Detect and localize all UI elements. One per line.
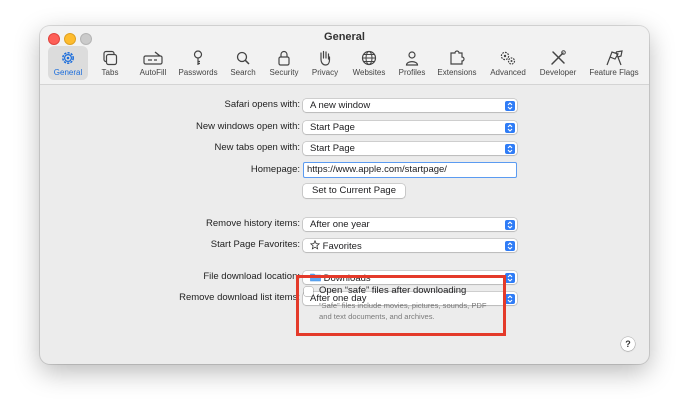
tab-label: Privacy bbox=[311, 68, 339, 77]
help-button[interactable]: ? bbox=[621, 337, 635, 351]
search-icon bbox=[236, 51, 250, 65]
remove-history-popup[interactable]: After one year bbox=[303, 218, 517, 231]
preferences-window: General General Tabs AutoFill Passwords … bbox=[40, 26, 649, 364]
popup-value: Favorites bbox=[322, 240, 362, 252]
start-page-favorites-popup[interactable]: Favorites bbox=[303, 239, 517, 252]
hand-icon bbox=[320, 50, 331, 66]
tab-passwords[interactable]: Passwords bbox=[176, 46, 220, 80]
safari-opens-with-label: Safari opens with: bbox=[224, 99, 300, 110]
gear-icon bbox=[62, 52, 74, 64]
tab-developer[interactable]: Developer bbox=[536, 46, 580, 80]
popup-value-wrap: Favorites bbox=[309, 239, 362, 252]
tab-label: Developer bbox=[539, 68, 577, 77]
set-to-current-page-button[interactable]: Set to Current Page bbox=[303, 184, 405, 198]
tab-security[interactable]: Security bbox=[266, 46, 302, 80]
tab-label: Websites bbox=[352, 68, 386, 77]
tab-feature-flags[interactable]: Feature Flags bbox=[585, 46, 643, 80]
tab-label: Passwords bbox=[178, 68, 218, 77]
tab-tabs[interactable]: Tabs bbox=[95, 46, 125, 80]
chevron-updown-icon bbox=[505, 219, 515, 230]
tab-label: Advanced bbox=[490, 68, 526, 77]
safari-opens-with-popup[interactable]: A new window bbox=[303, 99, 517, 112]
tools-icon bbox=[551, 50, 566, 65]
safe-files-note: “Safe” files include movies, pictures, s… bbox=[319, 301, 487, 321]
autofill-icon bbox=[143, 51, 163, 65]
chevron-updown-icon bbox=[505, 122, 515, 133]
tab-label: Feature Flags bbox=[589, 68, 639, 77]
titlebar: General General Tabs AutoFill Passwords … bbox=[40, 26, 649, 85]
new-tabs-popup[interactable]: Start Page bbox=[303, 142, 517, 155]
key-icon bbox=[193, 50, 203, 65]
download-location-label: File download location: bbox=[203, 271, 300, 282]
tab-autofill[interactable]: AutoFill bbox=[133, 46, 173, 80]
open-safe-files-label[interactable]: Open “safe” files after downloading bbox=[319, 285, 466, 296]
chevron-updown-icon bbox=[505, 240, 515, 251]
popup-value: A new window bbox=[310, 99, 371, 111]
chevron-updown-icon bbox=[505, 143, 515, 154]
tab-label: General bbox=[53, 68, 83, 77]
homepage-input[interactable]: https://www.apple.com/startpage/ bbox=[303, 162, 517, 178]
homepage-label: Homepage: bbox=[250, 164, 300, 175]
remove-history-label: Remove history items: bbox=[206, 218, 300, 229]
popup-value: Start Page bbox=[310, 121, 355, 133]
tabs-icon bbox=[103, 50, 118, 66]
tab-websites[interactable]: Websites bbox=[349, 46, 389, 80]
tab-label: Search bbox=[230, 68, 256, 77]
lock-icon bbox=[278, 50, 290, 66]
tab-advanced[interactable]: Advanced bbox=[486, 46, 530, 80]
remove-download-list-label: Remove download list items: bbox=[179, 292, 300, 303]
puzzle-icon bbox=[450, 50, 465, 65]
new-tabs-label: New tabs open with: bbox=[214, 142, 300, 153]
homepage-value: https://www.apple.com/startpage/ bbox=[307, 164, 447, 175]
star-icon bbox=[309, 239, 321, 250]
flags-icon bbox=[606, 50, 623, 66]
tab-extensions[interactable]: Extensions bbox=[435, 46, 479, 80]
tab-label: Profiles bbox=[398, 68, 426, 77]
popup-value: Start Page bbox=[310, 142, 355, 154]
tab-label: Security bbox=[269, 68, 299, 77]
open-safe-files-checkbox[interactable] bbox=[304, 287, 313, 296]
tab-privacy[interactable]: Privacy bbox=[309, 46, 341, 80]
person-icon bbox=[405, 51, 419, 66]
new-windows-popup[interactable]: Start Page bbox=[303, 121, 517, 134]
tab-general[interactable]: General bbox=[48, 46, 88, 80]
gears-icon bbox=[500, 51, 516, 65]
tab-label: AutoFill bbox=[139, 68, 167, 77]
popup-value: After one year bbox=[310, 218, 370, 230]
tab-search[interactable]: Search bbox=[227, 46, 259, 80]
tab-profiles[interactable]: Profiles bbox=[395, 46, 429, 80]
new-windows-label: New windows open with: bbox=[195, 121, 300, 132]
globe-icon bbox=[361, 50, 377, 66]
chevron-updown-icon bbox=[505, 272, 515, 283]
tab-label: Extensions bbox=[437, 68, 477, 77]
chevron-updown-icon bbox=[505, 100, 515, 111]
tab-label: Tabs bbox=[101, 68, 119, 77]
window-title: General bbox=[324, 31, 365, 43]
chevron-updown-icon bbox=[505, 293, 515, 304]
start-page-favorites-label: Start Page Favorites: bbox=[210, 239, 300, 250]
